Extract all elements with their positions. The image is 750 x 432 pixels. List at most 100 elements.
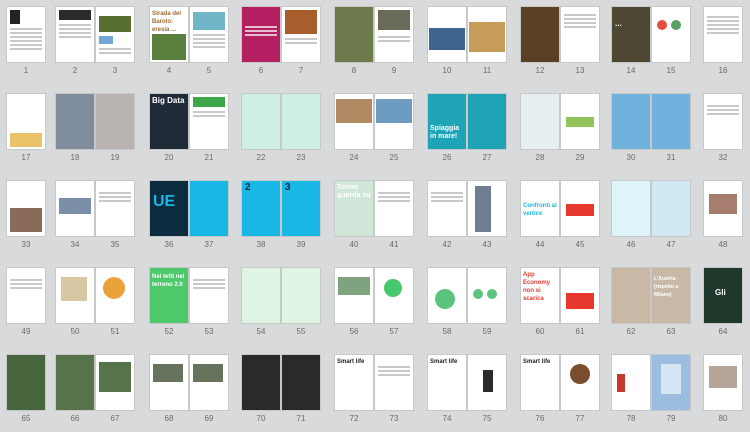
page-thumbnail-63[interactable]: L'Austria (rispetto a Milano)	[651, 267, 691, 324]
page-thumbnail-42[interactable]	[427, 180, 467, 237]
page-thumbnail-56[interactable]	[334, 267, 374, 324]
spread-52-53[interactable]: Nei tetti nel terreno 2.0 52 53	[149, 267, 229, 336]
spread-58-59[interactable]: 58 59	[427, 267, 507, 336]
page-thumbnail-37[interactable]	[189, 180, 229, 237]
spread-1[interactable]: 1	[6, 6, 46, 75]
page-thumbnail-75[interactable]	[467, 354, 507, 411]
spread-30-31[interactable]: 30 31	[611, 93, 691, 162]
spread-44-45[interactable]: Confronti al vertice 44 45	[520, 180, 600, 249]
page-thumbnail-53[interactable]	[189, 267, 229, 324]
spread-72-73[interactable]: Smart life 72 73	[334, 354, 414, 423]
page-thumbnail-15[interactable]	[651, 6, 691, 63]
page-thumbnail-1[interactable]	[6, 6, 46, 63]
page-thumbnail-59[interactable]	[467, 267, 507, 324]
spread-50-51[interactable]: 50 51	[55, 267, 135, 336]
spread-56-57[interactable]: 56 57	[334, 267, 414, 336]
page-thumbnail-33[interactable]	[6, 180, 46, 237]
page-thumbnail-71[interactable]	[281, 354, 321, 411]
page-thumbnail-32[interactable]	[703, 93, 743, 150]
spread-49[interactable]: 49	[6, 267, 46, 336]
page-thumbnail-6[interactable]	[241, 6, 281, 63]
spread-18-19[interactable]: 18 19	[55, 93, 135, 162]
spread-65[interactable]: 65	[6, 354, 46, 423]
page-thumbnail-79[interactable]	[651, 354, 691, 411]
page-thumbnail-35[interactable]	[95, 180, 135, 237]
page-thumbnail-36[interactable]: UE	[149, 180, 189, 237]
page-thumbnail-60[interactable]: App Economy non si scarica	[520, 267, 560, 324]
page-thumbnail-62[interactable]	[611, 267, 651, 324]
page-thumbnail-17[interactable]	[6, 93, 46, 150]
page-thumbnail-73[interactable]	[374, 354, 414, 411]
spread-62-63[interactable]: L'Austria (rispetto a Milano) 62 63	[611, 267, 691, 336]
page-thumbnail-10[interactable]	[427, 6, 467, 63]
page-thumbnail-55[interactable]	[281, 267, 321, 324]
page-thumbnail-9[interactable]	[374, 6, 414, 63]
page-thumbnail-26[interactable]: Spiaggia in mare!	[427, 93, 467, 150]
page-thumbnail-77[interactable]	[560, 354, 600, 411]
page-thumbnail-70[interactable]	[241, 354, 281, 411]
page-thumbnail-66[interactable]	[55, 354, 95, 411]
page-thumbnail-38[interactable]: 2	[241, 180, 281, 237]
page-thumbnail-20[interactable]: Big Data	[149, 93, 189, 150]
page-thumbnail-27[interactable]	[467, 93, 507, 150]
page-thumbnail-44[interactable]: Confronti al vertice	[520, 180, 560, 237]
spread-4-5[interactable]: Strada del Barolo: eresia ... 4 5	[149, 6, 229, 75]
spread-64[interactable]: Gli 64	[703, 267, 743, 336]
spread-14-15[interactable]: ... 14 15	[611, 6, 691, 75]
page-thumbnail-68[interactable]	[149, 354, 189, 411]
spread-12-13[interactable]: 12 13	[520, 6, 600, 75]
page-thumbnail-2[interactable]	[55, 6, 95, 63]
page-thumbnail-65[interactable]	[6, 354, 46, 411]
page-thumbnail-21[interactable]	[189, 93, 229, 150]
page-thumbnail-80[interactable]	[703, 354, 743, 411]
spread-34-35[interactable]: 34 35	[55, 180, 135, 249]
spread-36-37[interactable]: UE 36 37	[149, 180, 229, 249]
spread-33[interactable]: 33	[6, 180, 46, 249]
page-thumbnail-31[interactable]	[651, 93, 691, 150]
page-thumbnail-22[interactable]	[241, 93, 281, 150]
spread-40-41[interactable]: Torino guarda su 40 41	[334, 180, 414, 249]
page-thumbnail-54[interactable]	[241, 267, 281, 324]
page-thumbnail-39[interactable]: 3	[281, 180, 321, 237]
spread-17[interactable]: 17	[6, 93, 46, 162]
spread-74-75[interactable]: Smart life 74 75	[427, 354, 507, 423]
page-thumbnail-18[interactable]	[55, 93, 95, 150]
page-thumbnail-11[interactable]	[467, 6, 507, 63]
page-thumbnail-30[interactable]	[611, 93, 651, 150]
page-thumbnail-43[interactable]	[467, 180, 507, 237]
spread-76-77[interactable]: Smart life 76 77	[520, 354, 600, 423]
spread-78-79[interactable]: 78 79	[611, 354, 691, 423]
spread-32[interactable]: 32	[703, 93, 743, 162]
spread-22-23[interactable]: 22 23	[241, 93, 321, 162]
page-thumbnail-7[interactable]	[281, 6, 321, 63]
page-thumbnail-25[interactable]	[374, 93, 414, 150]
page-thumbnail-14[interactable]: ...	[611, 6, 651, 63]
page-thumbnail-49[interactable]	[6, 267, 46, 324]
page-thumbnail-76[interactable]: Smart life	[520, 354, 560, 411]
spread-10-11[interactable]: 10 11	[427, 6, 507, 75]
spread-66-67[interactable]: 66 67	[55, 354, 135, 423]
spread-42-43[interactable]: 42 43	[427, 180, 507, 249]
spread-38-39[interactable]: 2 3 38 39	[241, 180, 321, 249]
spread-68-69[interactable]: 68 69	[149, 354, 229, 423]
spread-16[interactable]: 16	[703, 6, 743, 75]
page-thumbnail-46[interactable]	[611, 180, 651, 237]
page-thumbnail-52[interactable]: Nei tetti nel terreno 2.0	[149, 267, 189, 324]
page-thumbnail-47[interactable]	[651, 180, 691, 237]
page-thumbnail-41[interactable]	[374, 180, 414, 237]
spread-20-21[interactable]: Big Data 20 21	[149, 93, 229, 162]
page-thumbnail-40[interactable]: Torino guarda su	[334, 180, 374, 237]
page-thumbnail-23[interactable]	[281, 93, 321, 150]
spread-26-27[interactable]: Spiaggia in mare! 26 27	[427, 93, 507, 162]
spread-54-55[interactable]: 54 55	[241, 267, 321, 336]
page-thumbnail-24[interactable]	[334, 93, 374, 150]
spread-46-47[interactable]: 46 47	[611, 180, 691, 249]
page-thumbnail-64[interactable]: Gli	[703, 267, 743, 324]
page-thumbnail-13[interactable]	[560, 6, 600, 63]
page-thumbnail-78[interactable]	[611, 354, 651, 411]
spread-70-71[interactable]: 70 71	[241, 354, 321, 423]
page-thumbnail-51[interactable]	[95, 267, 135, 324]
spread-28-29[interactable]: 28 29	[520, 93, 600, 162]
page-thumbnail-16[interactable]	[703, 6, 743, 63]
page-thumbnail-28[interactable]	[520, 93, 560, 150]
